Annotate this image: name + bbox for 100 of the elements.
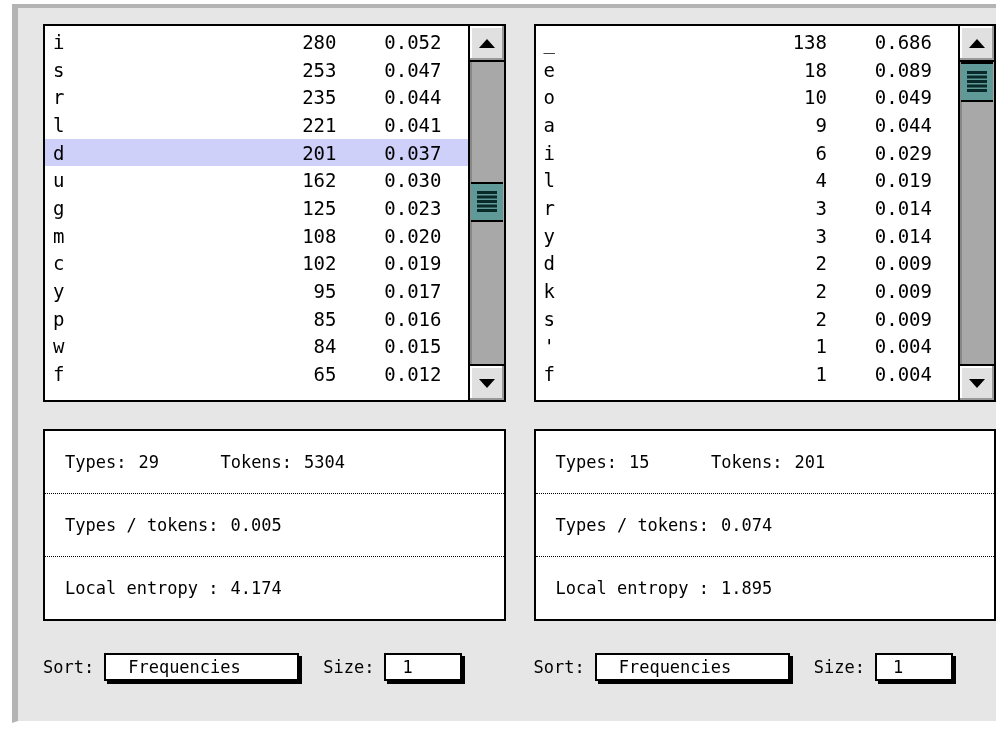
count-text: 4 [814, 169, 827, 192]
symbol-text: l [53, 113, 66, 136]
symbol-text: f [543, 363, 556, 386]
list-row[interactable]: s 253 0.047 [45, 55, 468, 84]
scrollbar[interactable] [958, 26, 994, 400]
count-text: 280 [301, 30, 337, 53]
list-row[interactable]: p 85 0.016 [45, 304, 468, 333]
list-row[interactable]: i 280 0.052 [45, 28, 468, 56]
list-row[interactable]: l 4 0.019 [535, 166, 958, 195]
symbol-text: f [53, 363, 66, 386]
sort-field[interactable]: Frequencies [594, 653, 790, 681]
symbol-text: o [543, 86, 556, 109]
size-label: Size: [323, 657, 375, 677]
scroll-down-button[interactable] [960, 364, 994, 400]
list-row[interactable]: m 108 0.020 [45, 221, 468, 250]
scroll-down-icon [969, 378, 985, 388]
types-value: 29 [138, 452, 160, 472]
symbol-text: w [53, 335, 66, 358]
scroll-up-button[interactable] [960, 26, 994, 62]
symbol-text: y [543, 224, 556, 247]
count-text: 1 [814, 335, 827, 358]
count-text: 1 [814, 363, 827, 386]
symbol-text: d [53, 141, 66, 164]
list-row[interactable]: g 125 0.023 [45, 194, 468, 222]
list-row[interactable]: o 10 0.049 [535, 83, 958, 112]
sort-label: Sort: [533, 657, 585, 677]
scrollbar[interactable] [467, 26, 504, 400]
ratio-label: Types / tokens: [555, 515, 710, 535]
scroll-down-button[interactable] [469, 364, 504, 400]
share-text: 0.037 [383, 141, 442, 164]
count-text: 65 [312, 363, 337, 386]
share-text: 0.686 [873, 30, 932, 53]
entropy-value: 4.174 [230, 578, 282, 598]
list-row[interactable]: u 162 0.030 [45, 166, 468, 195]
symbol-text: y [53, 280, 66, 303]
list-row[interactable]: a 9 0.044 [535, 111, 958, 139]
list-row[interactable]: ' 1 0.004 [535, 332, 958, 361]
list-row[interactable]: e 18 0.089 [535, 55, 958, 84]
count-text: 95 [312, 280, 337, 303]
tokens-value: 201 [794, 452, 826, 472]
count-text: 125 [301, 196, 337, 219]
size-field[interactable]: 1 [384, 653, 463, 681]
count-text: 2 [814, 307, 827, 330]
symbol-text: _ [543, 30, 556, 53]
symbol-text: g [53, 196, 66, 219]
sort-field[interactable]: Frequencies [104, 653, 300, 681]
symbol-text: e [543, 58, 556, 81]
count-text: 235 [301, 86, 337, 109]
entropy-label: Local entropy : [65, 578, 219, 598]
scroll-thumb[interactable] [470, 182, 503, 222]
share-text: 0.041 [383, 113, 442, 136]
symbol-text: p [53, 307, 66, 330]
symbol-text: s [53, 58, 66, 81]
share-text: 0.014 [873, 196, 932, 219]
list-row[interactable]: f 1 0.004 [535, 360, 958, 388]
share-text: 0.009 [873, 280, 932, 303]
sort-label: Sort: [43, 657, 95, 677]
count-text: 102 [301, 252, 337, 275]
count-text: 3 [814, 224, 827, 247]
list-row[interactable]: i 6 0.029 [535, 138, 958, 167]
symbol-text: s [543, 307, 556, 330]
count-text: 162 [301, 169, 337, 192]
symbol-text: l [543, 169, 556, 192]
list-row[interactable]: d 2 0.009 [535, 249, 958, 278]
list-row[interactable]: f 65 0.012 [45, 360, 468, 388]
list-row[interactable]: s 2 0.009 [535, 304, 958, 333]
grip-icon [476, 191, 497, 213]
count-text: 221 [301, 113, 337, 136]
share-text: 0.004 [873, 335, 932, 358]
list-row[interactable]: c 102 0.019 [45, 249, 468, 278]
share-text: 0.049 [873, 86, 932, 109]
entropy-value: 1.895 [721, 578, 773, 598]
size-field[interactable]: 1 [874, 653, 953, 681]
share-text: 0.030 [383, 169, 442, 192]
symbol-text: k [543, 280, 556, 303]
list-row[interactable]: r 235 0.044 [45, 83, 468, 112]
list-row[interactable]: w 84 0.015 [45, 332, 468, 361]
list-row[interactable]: y 95 0.017 [45, 277, 468, 305]
count-text: 10 [803, 86, 827, 109]
grip-icon [967, 71, 987, 93]
symbol-text: u [53, 169, 66, 192]
list-row[interactable]: l 221 0.041 [45, 111, 468, 139]
count-text: 3 [814, 196, 827, 219]
list-row[interactable]: r 3 0.014 [535, 194, 958, 222]
list-row[interactable]: y 3 0.014 [535, 221, 958, 250]
count-text: 2 [814, 252, 827, 275]
share-text: 0.009 [873, 307, 932, 330]
scroll-thumb[interactable] [961, 62, 993, 102]
count-text: 84 [312, 335, 337, 358]
tokens-label: Tokens: [220, 452, 293, 472]
list-row[interactable]: k 2 0.009 [535, 277, 958, 305]
share-text: 0.004 [873, 363, 932, 386]
scroll-down-icon [478, 378, 495, 388]
list-row[interactable]: d 201 0.037 [45, 138, 468, 167]
symbol-text: d [543, 252, 556, 275]
symbol-text: i [543, 141, 556, 164]
list-row[interactable]: _ 138 0.686 [535, 28, 958, 56]
scroll-up-button[interactable] [469, 26, 504, 62]
share-text: 0.023 [383, 196, 442, 219]
share-text: 0.020 [383, 224, 442, 247]
